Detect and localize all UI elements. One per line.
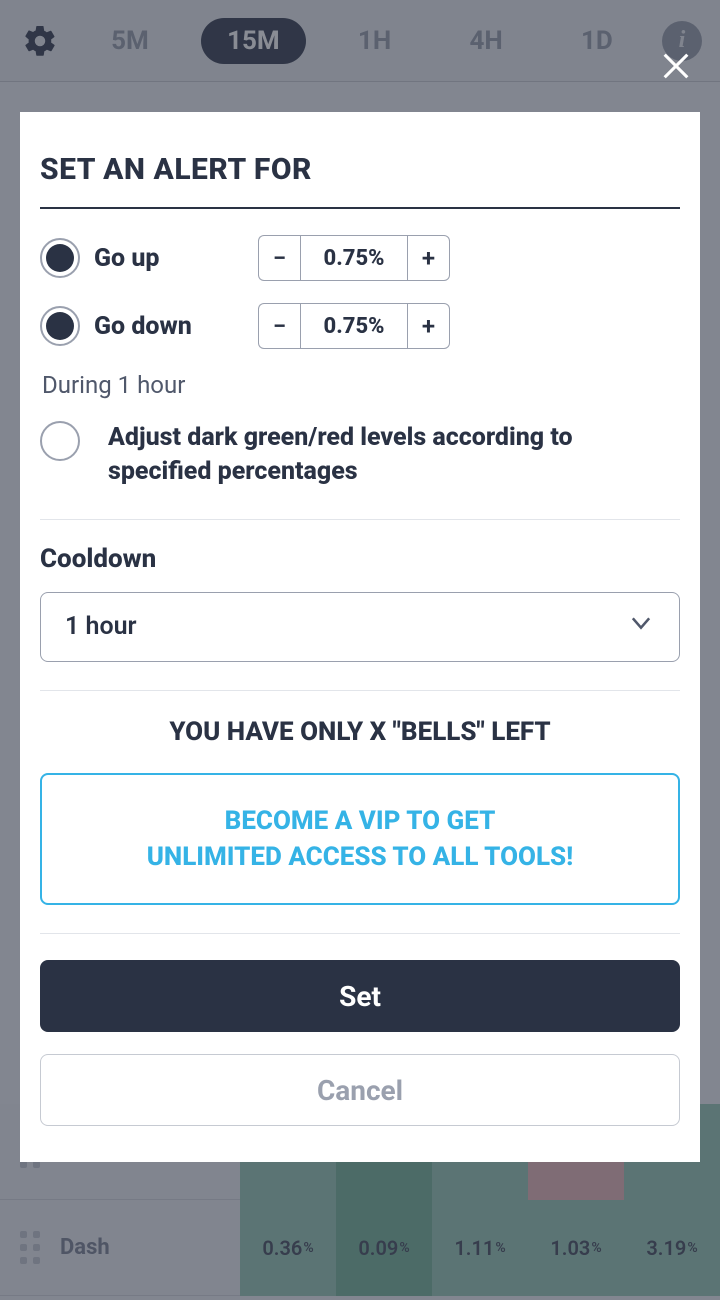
modal-title: SET AN ALERT FOR bbox=[40, 152, 680, 209]
during-text: During 1 hour bbox=[42, 371, 680, 399]
go-up-row: Go up − 0.75% + bbox=[40, 235, 680, 281]
vip-line-2: UNLIMITED ACCESS TO ALL TOOLS! bbox=[62, 839, 658, 875]
cooldown-value: 1 hour bbox=[65, 612, 137, 641]
set-button[interactable]: Set bbox=[40, 960, 680, 1032]
cooldown-label: Cooldown bbox=[40, 544, 680, 574]
go-down-row: Go down − 0.75% + bbox=[40, 303, 680, 349]
cooldown-select[interactable]: 1 hour bbox=[40, 592, 680, 662]
go-up-radio[interactable] bbox=[40, 238, 80, 278]
cancel-button[interactable]: Cancel bbox=[40, 1054, 680, 1126]
go-down-label: Go down bbox=[94, 312, 234, 341]
adjust-levels-radio[interactable] bbox=[40, 421, 80, 461]
go-down-radio[interactable] bbox=[40, 306, 80, 346]
go-up-value[interactable]: 0.75% bbox=[300, 235, 408, 281]
alert-modal: SET AN ALERT FOR Go up − 0.75% + Go down… bbox=[20, 112, 700, 1162]
adjust-levels-label: Adjust dark green/red levels according t… bbox=[108, 421, 680, 489]
go-down-stepper: − 0.75% + bbox=[258, 303, 450, 349]
vip-line-1: BECOME A VIP TO GET bbox=[62, 803, 658, 839]
vip-upsell-button[interactable]: BECOME A VIP TO GET UNLIMITED ACCESS TO … bbox=[40, 773, 680, 906]
go-down-decrement-button[interactable]: − bbox=[258, 303, 300, 349]
go-up-stepper: − 0.75% + bbox=[258, 235, 450, 281]
go-up-label: Go up bbox=[94, 244, 234, 273]
go-down-value[interactable]: 0.75% bbox=[300, 303, 408, 349]
go-up-decrement-button[interactable]: − bbox=[258, 235, 300, 281]
chevron-down-icon bbox=[627, 609, 655, 644]
divider bbox=[40, 933, 680, 934]
adjust-row: Adjust dark green/red levels according t… bbox=[40, 421, 680, 520]
close-icon[interactable] bbox=[654, 44, 698, 88]
bells-remaining-text: YOU HAVE ONLY X "BELLS" LEFT bbox=[40, 717, 680, 747]
go-down-increment-button[interactable]: + bbox=[408, 303, 450, 349]
go-up-increment-button[interactable]: + bbox=[408, 235, 450, 281]
divider bbox=[40, 690, 680, 691]
